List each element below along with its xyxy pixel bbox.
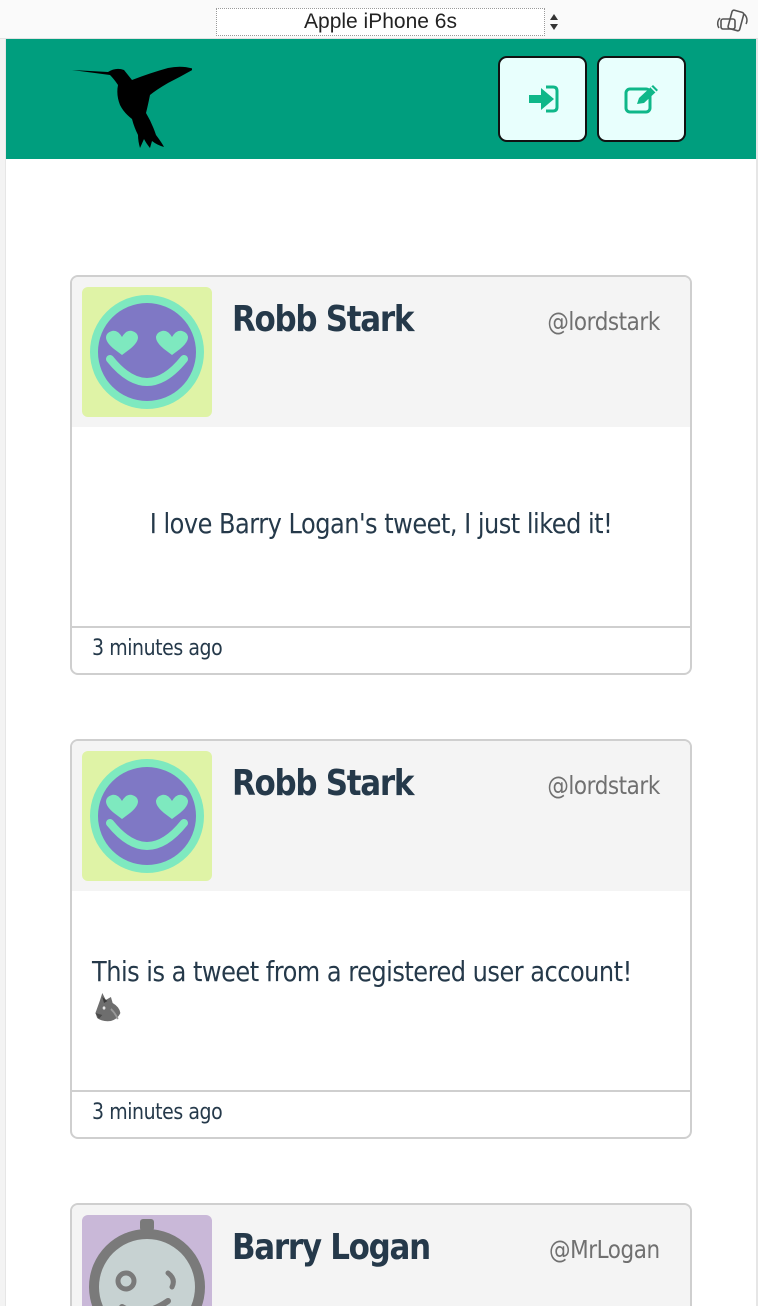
tweet-card: Robb Stark @lordstark This is a tweet fr…	[70, 739, 692, 1139]
tweet-author-name[interactable]: Robb Stark	[232, 299, 414, 340]
device-toolbar: Apple iPhone 6s	[0, 0, 758, 39]
app-header	[6, 39, 756, 159]
tweet-author-name[interactable]: Robb Stark	[232, 763, 414, 804]
heart-eyes-smiley-avatar[interactable]	[82, 751, 212, 881]
tweet-timestamp: 3 minutes ago	[92, 1100, 223, 1125]
tweet-text-block: This is a tweet from a registered user a…	[92, 953, 677, 1029]
device-select[interactable]: Apple iPhone 6s	[216, 8, 545, 36]
compose-button[interactable]	[597, 56, 686, 142]
tweet-header: Robb Stark @lordstark	[72, 277, 690, 427]
tweet-author-handle[interactable]: @MrLogan	[549, 1235, 660, 1264]
tweet-author-name[interactable]: Barry Logan	[232, 1227, 431, 1268]
tweet-text: I love Barry Logan's tweet, I just liked…	[149, 507, 613, 540]
select-arrows-icon	[550, 14, 558, 30]
tweet-footer: 3 minutes ago	[72, 628, 690, 672]
tweet-author-handle[interactable]: @lordstark	[547, 771, 660, 800]
wolf-icon	[95, 993, 121, 1022]
tweet-header: Robb Stark @lordstark	[72, 741, 690, 891]
robot-face-avatar[interactable]	[82, 1215, 212, 1306]
sign-out-icon	[528, 85, 558, 113]
edit-icon	[624, 85, 658, 114]
viewport-left-edge	[0, 39, 6, 1306]
tweet-text: This is a tweet from a registered user a…	[92, 955, 632, 988]
logout-button[interactable]	[498, 56, 587, 142]
tweet-body: I love Barry Logan's tweet, I just liked…	[72, 427, 690, 628]
tweet-author-handle[interactable]: @lordstark	[547, 307, 660, 336]
tweet-card: Barry Logan @MrLogan	[70, 1203, 692, 1306]
tweet-body: This is a tweet from a registered user a…	[72, 891, 690, 1092]
tweet-card: Robb Stark @lordstark I love Barry Logan…	[70, 275, 692, 675]
heart-eyes-smiley-avatar[interactable]	[82, 287, 212, 417]
hummingbird-logo	[72, 66, 192, 148]
tweet-header: Barry Logan @MrLogan	[72, 1205, 690, 1306]
rotate-device-icon[interactable]	[716, 8, 752, 36]
tweet-timestamp: 3 minutes ago	[92, 636, 223, 661]
tweet-footer: 3 minutes ago	[72, 1092, 690, 1136]
app-frame: Apple iPhone 6s Robb Stark @lordstark I …	[0, 0, 758, 1306]
